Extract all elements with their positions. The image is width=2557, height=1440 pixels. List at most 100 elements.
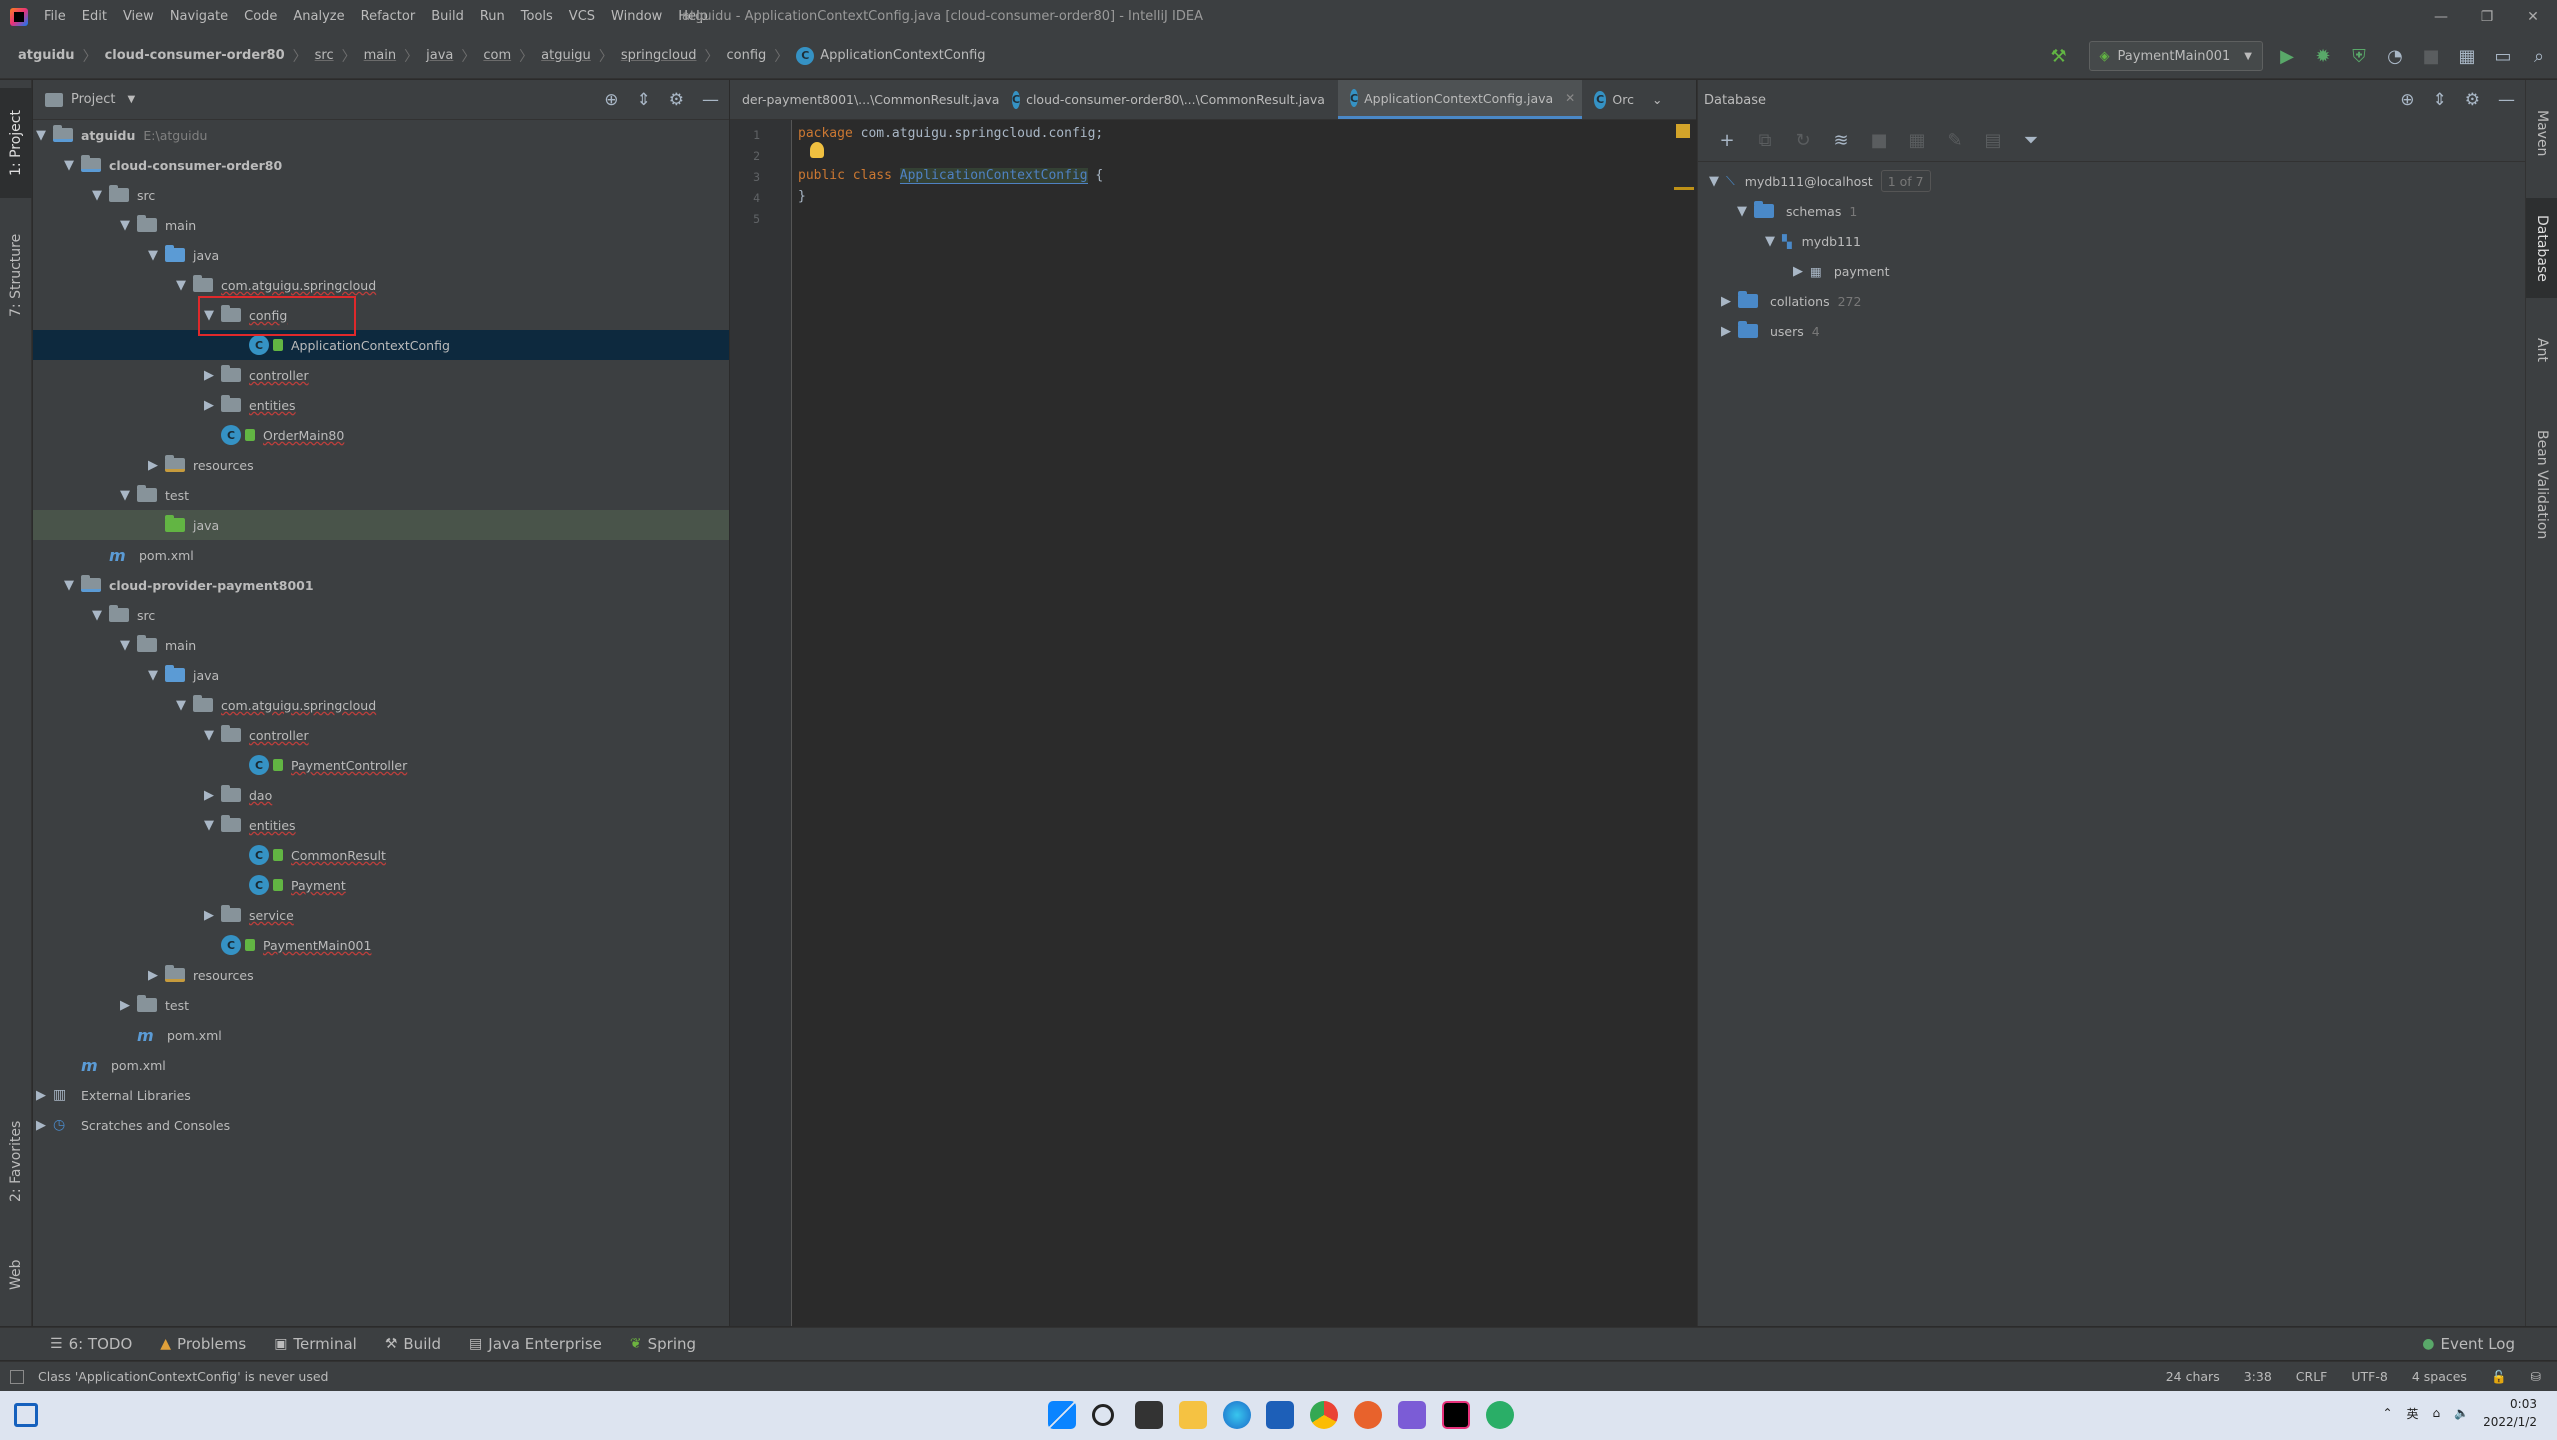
tab-commonresult-payment[interactable]: der-payment8001\...\CommonResult.java✕ (730, 80, 1021, 119)
tool-tab-maven[interactable]: Maven (2526, 88, 2557, 178)
lightbulb-icon[interactable] (810, 142, 824, 158)
project-view-select[interactable]: Project ▼ (45, 92, 135, 107)
project-tree-row[interactable]: ▼ main (33, 210, 729, 240)
chevron-right-icon[interactable]: ▶ (201, 368, 217, 383)
menu-build[interactable]: Build (423, 9, 472, 24)
debug-icon[interactable]: ✹ (2305, 38, 2341, 74)
lock-icon[interactable]: 🔓 (2491, 1369, 2507, 1385)
chevron-down-icon[interactable]: ▼ (173, 278, 189, 293)
project-tree-row[interactable]: ▶ controller (33, 360, 729, 390)
close-icon[interactable]: ✕ (1565, 91, 1575, 105)
wechat-icon[interactable] (1486, 1401, 1514, 1429)
breadcrumb-config[interactable]: config (723, 48, 771, 63)
db-collations-row[interactable]: ▶ collations 272 (1718, 286, 1861, 316)
locate-icon[interactable]: ⊕ (604, 90, 618, 110)
menu-analyze[interactable]: Analyze (285, 9, 352, 24)
project-tree-row[interactable]: C PaymentController (33, 750, 729, 780)
hide-icon[interactable]: — (2498, 90, 2515, 110)
project-structure-icon[interactable]: ▦ (2449, 38, 2485, 74)
project-tree-row[interactable]: ▶ ◷ Scratches and Consoles (33, 1110, 729, 1140)
breadcrumb-module[interactable]: cloud-consumer-order80 (101, 48, 289, 63)
project-tree-row[interactable]: ▼ test (33, 480, 729, 510)
tool-tab-todo[interactable]: ☰ 6: TODO (36, 1335, 146, 1353)
menu-navigate[interactable]: Navigate (162, 9, 236, 24)
chevron-down-icon[interactable]: ▼ (89, 608, 105, 623)
project-tree-row[interactable]: C Payment (33, 870, 729, 900)
tool-tab-event-log[interactable]: ● Event Log (2408, 1335, 2529, 1353)
search-app-icon[interactable] (1354, 1401, 1382, 1429)
chevron-down-icon[interactable]: ▼ (173, 698, 189, 713)
chevron-right-icon[interactable]: ▶ (145, 968, 161, 983)
code-line-1[interactable]: package com.atguigu.springcloud.config; (798, 126, 1103, 141)
clock[interactable]: 0:03 2022/1/2 (2483, 1395, 2537, 1431)
chevron-down-icon[interactable]: ▼ (117, 638, 133, 653)
memory-indicator-icon[interactable]: ⛁ (2531, 1369, 2541, 1384)
project-tree-row[interactable]: ▼ main (33, 630, 729, 660)
chevron-right-icon[interactable]: ▶ (145, 458, 161, 473)
chevron-down-icon[interactable]: ▼ (201, 728, 217, 743)
project-tree-row[interactable]: ▼ controller (33, 720, 729, 750)
chrome-icon[interactable] (1310, 1401, 1338, 1429)
breadcrumb-main[interactable]: main (360, 48, 400, 63)
chevron-down-icon[interactable]: ▼ (61, 578, 77, 593)
task-view-icon[interactable] (14, 1403, 38, 1427)
project-tree-row[interactable]: ▶ dao (33, 780, 729, 810)
breadcrumb-java[interactable]: java (422, 48, 457, 63)
warning-stripe[interactable] (1674, 187, 1694, 190)
breadcrumb-src[interactable]: src (311, 48, 338, 63)
breadcrumb-project[interactable]: atguidu (14, 48, 79, 63)
project-tree-row[interactable]: ▼ src (33, 180, 729, 210)
chevron-right-icon[interactable]: ▶ (201, 788, 217, 803)
tab-commonresult-order[interactable]: Ccloud-consumer-order80\...\CommonResult… (1000, 80, 1347, 119)
menu-vcs[interactable]: VCS (561, 9, 603, 24)
edge-browser-icon[interactable] (1223, 1401, 1251, 1429)
db-schema-row[interactable]: ▼ ▚ mydb111 (1762, 226, 1861, 256)
chevron-down-icon[interactable]: ▼ (117, 488, 133, 503)
close-window-button[interactable]: ✕ (2510, 0, 2556, 33)
db-table-row[interactable]: ▶ ▦ payment (1790, 256, 1890, 286)
menu-edit[interactable]: Edit (74, 9, 115, 24)
project-tree-row[interactable]: ▼ java (33, 660, 729, 690)
add-icon[interactable]: + (1708, 124, 1746, 158)
tool-tab-java-enterprise[interactable]: ▤ Java Enterprise (455, 1335, 616, 1353)
menu-run[interactable]: Run (472, 9, 513, 24)
network-icon[interactable]: ⌂ (2433, 1406, 2441, 1420)
project-tree-row[interactable]: ▶ entities (33, 390, 729, 420)
chevron-right-icon[interactable]: ▶ (117, 998, 133, 1013)
db-users-row[interactable]: ▶ users 4 (1718, 316, 1820, 346)
tab-ordermain[interactable]: C Orc (1582, 80, 1646, 119)
status-indent[interactable]: 4 spaces (2412, 1369, 2467, 1384)
status-selection-chars[interactable]: 24 chars (2166, 1369, 2220, 1384)
code-line-4[interactable]: } (798, 189, 806, 204)
project-tree-row[interactable]: ▶ resources (33, 450, 729, 480)
project-tree-row[interactable]: ▶ test (33, 990, 729, 1020)
chevron-down-icon[interactable]: ▼ (145, 668, 161, 683)
tool-tab-problems[interactable]: ▲ Problems (146, 1335, 260, 1353)
terminal-app-icon[interactable] (1135, 1401, 1163, 1429)
restore-button[interactable]: ❐ (2464, 0, 2510, 33)
project-tree-row[interactable]: m pom.xml (33, 1050, 729, 1080)
profile-icon[interactable]: ◔ (2377, 38, 2413, 74)
db-connection-row[interactable]: ▼ ⟍ mydb111@localhost 1 of 7 (1706, 166, 1931, 196)
status-line-separator[interactable]: CRLF (2296, 1369, 2328, 1384)
tool-tab-structure[interactable]: 7: Structure (0, 215, 32, 335)
chevron-right-icon[interactable]: ▶ (33, 1118, 49, 1133)
status-caret-position[interactable]: 3:38 (2244, 1369, 2272, 1384)
tab-applicationcontextconfig[interactable]: C ApplicationContextConfig.java ✕ (1338, 80, 1582, 119)
breadcrumb-com[interactable]: com (479, 48, 515, 63)
tool-tab-ant[interactable]: Ant (2526, 320, 2557, 380)
schema-count-badge[interactable]: 1 of 7 (1880, 170, 1931, 192)
minimize-button[interactable]: — (2418, 0, 2464, 33)
coverage-icon[interactable]: ⛨ (2341, 38, 2377, 74)
project-tree-row[interactable]: C OrderMain80 (33, 420, 729, 450)
breadcrumb-class[interactable]: C ApplicationContextConfig (792, 46, 989, 65)
windows-start-icon[interactable] (1048, 1401, 1076, 1429)
chevron-down-icon[interactable]: ▼ (145, 248, 161, 263)
tool-tab-favorites[interactable]: 2: Favorites (0, 1100, 32, 1222)
project-tree-row[interactable]: C CommonResult (33, 840, 729, 870)
tool-tab-spring[interactable]: ❦ Spring (616, 1335, 710, 1353)
chevron-down-icon[interactable]: ▼ (201, 818, 217, 833)
tabs-overflow-chevron-icon[interactable]: ⌄ (1646, 80, 1676, 119)
tool-tab-project[interactable]: 1: Project (0, 88, 32, 198)
gear-icon[interactable]: ⚙ (2465, 90, 2480, 110)
